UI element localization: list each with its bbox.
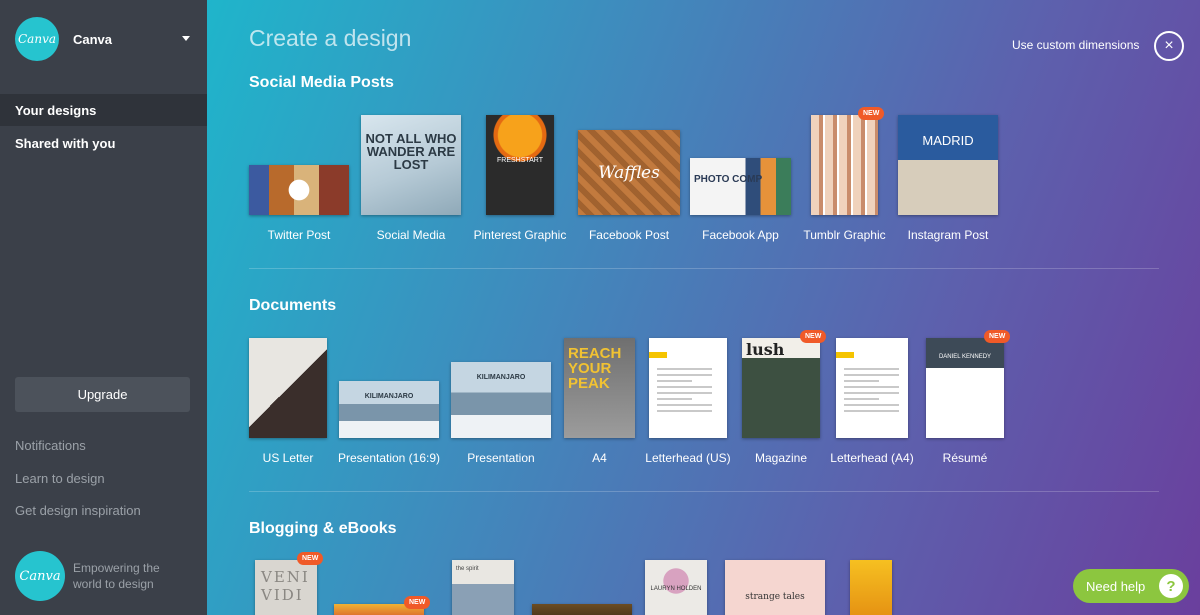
sidebar-item-shared-with-you[interactable]: Shared with you [15,136,115,151]
template-thumbnail[interactable]: NOT ALL WHO WANDER ARE LOST [361,115,461,215]
text-line [657,374,712,376]
sidebar-item-your-designs[interactable]: Your designs [0,94,217,126]
page-title: Create a design [249,25,412,51]
thumbnail-text: lush [746,340,785,359]
template-label[interactable]: Instagram Post [908,228,989,242]
section-title-social: Social Media Posts [249,74,394,91]
text-line [657,392,712,394]
thumbnail-text: the spirit [456,566,479,572]
sidebar-link-design-inspiration[interactable]: Get design inspiration [15,503,141,518]
main-panel: Create a design Use custom dimensions × … [207,0,1200,615]
divider [249,268,1159,269]
template-label[interactable]: Magazine [755,451,807,465]
text-line [657,404,712,406]
brand-menu[interactable]: Canva Canva [15,17,112,61]
close-icon[interactable]: × [1154,31,1184,61]
new-badge: NEW [984,330,1011,343]
thumbnail-text: KILIMANJARO [476,374,526,381]
new-badge: NEW [858,107,885,120]
text-line [657,368,712,370]
template-label[interactable]: Facebook Post [589,228,669,242]
thumbnail-text: FRESHSTART [496,157,544,164]
section-title-blogging: Blogging & eBooks [249,520,397,537]
template-thumbnail[interactable]: PHOTO COMP [690,158,791,215]
text-line [844,386,899,388]
thumbnail-text: KILIMANJARO [364,393,414,400]
template-label[interactable]: A4 [592,451,607,465]
thumbnail-text: PHOTO COMP [694,174,763,185]
thumbnail-text: VENI VIDI [261,568,310,604]
template-thumbnail[interactable] [850,560,892,615]
template-thumbnail[interactable] [811,115,878,215]
need-help-label: Need help [1086,578,1146,594]
template-label[interactable]: Social Media [377,228,446,242]
thumbnail-text: Waffles [598,162,660,183]
template-thumbnail[interactable]: lush [742,338,820,438]
text-line [844,392,899,394]
template-thumbnail[interactable]: the spirit [452,560,514,615]
thumbnail-text: NOT ALL WHO WANDER ARE LOST [365,131,457,172]
template-thumbnail[interactable] [532,604,632,615]
template-label[interactable]: Twitter Post [268,228,331,242]
letterhead-accent [836,352,854,358]
template-thumbnail[interactable]: FRESHSTART [486,115,554,215]
canva-logo: Canva [15,551,65,601]
template-label[interactable]: Tumblr Graphic [803,228,885,242]
chevron-down-icon[interactable] [182,36,190,41]
letterhead-accent [649,352,667,358]
sidebar-link-notifications[interactable]: Notifications [15,438,86,453]
tagline: Empowering the world to design [73,561,160,591]
template-thumbnail[interactable] [249,338,327,438]
canva-logo: Canva [15,17,59,61]
template-label[interactable]: Pinterest Graphic [474,228,567,242]
template-thumbnail[interactable]: REACH YOUR PEAK [564,338,635,438]
text-line [657,398,692,400]
text-line [844,374,899,376]
template-thumbnail[interactable] [836,338,908,438]
template-label[interactable]: Letterhead (A4) [830,451,913,465]
text-line [844,368,899,370]
template-label[interactable]: Letterhead (US) [645,451,730,465]
section-title-documents: Documents [249,297,337,314]
template-thumbnail[interactable] [649,338,727,438]
thumbnail-text: LAURYN HOLDEN [650,586,702,592]
thumbnail-text: REACH YOUR PEAK [568,345,622,392]
template-thumbnail[interactable]: KILIMANJARO [339,381,439,438]
text-line [844,398,879,400]
upgrade-button[interactable]: Upgrade [15,377,190,412]
template-thumbnail[interactable]: Waffles [578,130,680,215]
divider [249,491,1159,492]
template-thumbnail[interactable]: strange tales [725,560,825,615]
text-line [657,380,692,382]
text-line [844,380,879,382]
template-label[interactable]: Presentation [467,451,534,465]
template-label[interactable]: Presentation (16:9) [338,451,440,465]
text-line [844,404,899,406]
custom-dimensions-link[interactable]: Use custom dimensions [1012,38,1139,52]
template-thumbnail[interactable]: LAURYN HOLDEN [645,560,707,615]
template-thumbnail[interactable] [249,165,349,215]
new-badge: NEW [800,330,827,343]
text-line [844,410,899,412]
brand-name: Canva [73,31,113,47]
text-line [657,410,712,412]
template-label[interactable]: US Letter [263,451,314,465]
template-thumbnail[interactable]: MADRID [898,115,998,215]
text-line [657,386,712,388]
footer-brand: Canva Empowering the world to design [15,551,183,601]
question-icon: ? [1159,574,1183,598]
template-thumbnail[interactable]: DANIEL KENNEDY [926,338,1004,438]
sidebar-link-learn-to-design[interactable]: Learn to design [15,471,105,486]
template-thumbnail[interactable]: VENI VIDI [255,560,317,615]
need-help-button[interactable]: Need help ? [1073,569,1189,603]
thumbnail-text: strange tales [745,592,805,602]
template-label[interactable]: Facebook App [702,228,779,242]
new-badge: NEW [404,596,431,609]
thumbnail-text: MADRID [922,133,974,148]
thumbnail-text: DANIEL KENNEDY [938,354,992,360]
sidebar: Canva Canva Your designs Shared with you… [0,0,217,615]
template-label[interactable]: Résumé [943,451,988,465]
new-badge: NEW [297,552,324,565]
template-thumbnail[interactable]: KILIMANJARO [451,362,551,438]
